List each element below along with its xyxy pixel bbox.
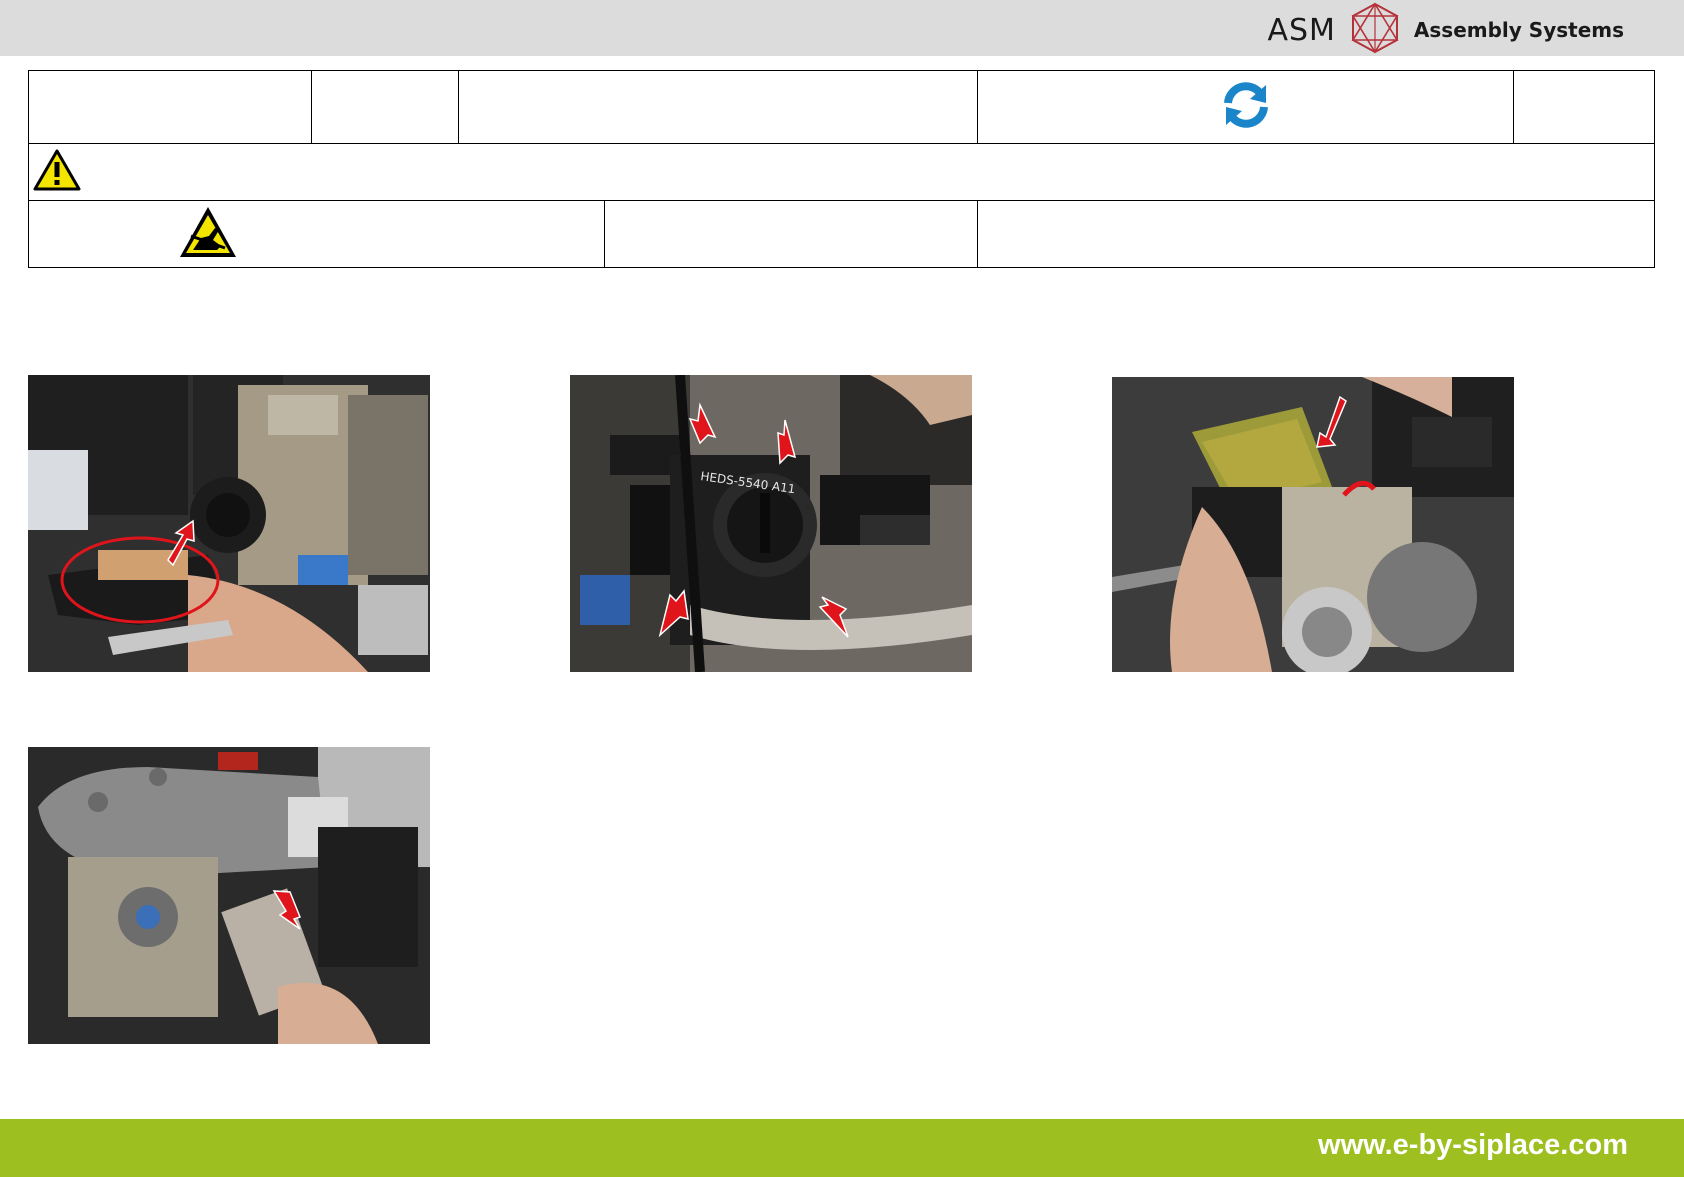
- info-cell-3: [458, 70, 978, 144]
- info-cell-2: [311, 70, 459, 144]
- warning-row: [28, 143, 1655, 201]
- info-cell-6: [1513, 70, 1655, 144]
- photo-step-4: [28, 747, 430, 1044]
- footer-url-link[interactable]: www.e-by-siplace.com: [1318, 1129, 1628, 1162]
- info-table: [28, 70, 1655, 268]
- warning-triangle-icon: [33, 149, 81, 195]
- photo-step-3: [1112, 377, 1514, 672]
- esd-cell: [28, 200, 605, 268]
- info-cell-refresh: [977, 70, 1514, 144]
- photo-step-2: HEDS-5540 A11: [570, 375, 972, 672]
- info-cell-1: [28, 70, 312, 144]
- page-footer: www.e-by-siplace.com: [0, 1119, 1684, 1177]
- info-cell-mid: [604, 200, 978, 268]
- photo-step-1: [28, 375, 430, 672]
- brand-logo: ASM Assembly Systems: [1267, 2, 1624, 54]
- page-header: ASM Assembly Systems: [0, 0, 1684, 56]
- info-cell-right: [977, 200, 1655, 268]
- brand-short: ASM: [1267, 12, 1336, 48]
- refresh-icon: [1220, 81, 1272, 133]
- brand-subtitle: Assembly Systems: [1413, 18, 1624, 42]
- esd-warning-icon: [179, 207, 237, 262]
- asm-hexagon-logo-icon: [1350, 2, 1400, 58]
